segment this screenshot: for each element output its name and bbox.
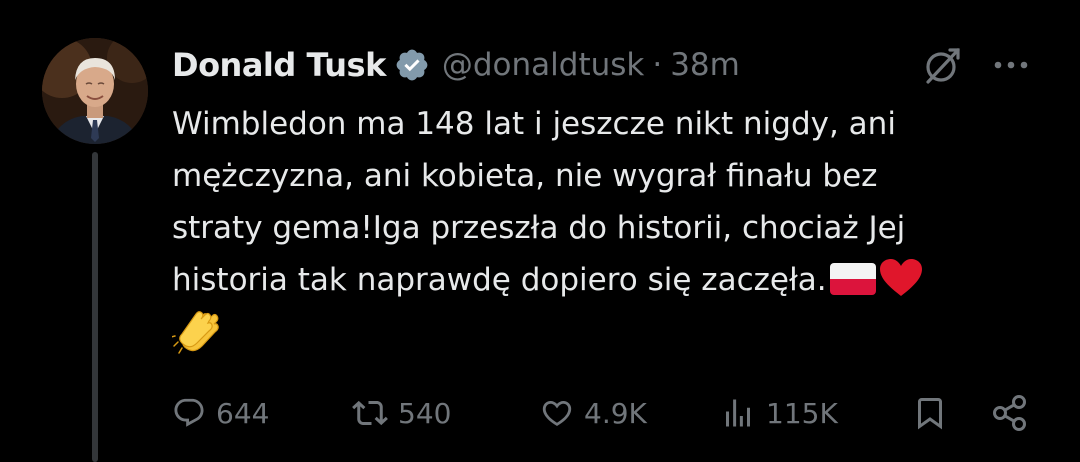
clapping-hands-emoji [170,304,222,354]
reply-button[interactable]: 644 [172,388,269,438]
more-options-icon[interactable] [990,50,1034,80]
views-button[interactable]: 115K [720,388,838,438]
author-avatar[interactable] [42,38,148,144]
tweet-header: Donald Tusk @donaldtusk · 38m [172,40,740,90]
tweet-text-line: straty gema!Iga przeszła do historii, ch… [172,210,906,246]
reply-icon [172,396,206,430]
bookmark-button[interactable] [912,388,948,438]
repost-count: 540 [398,396,452,430]
author-handle[interactable]: @donaldtusk [442,47,644,83]
like-button[interactable]: 4.9K [540,388,647,438]
heart-icon [540,396,574,430]
tweet-text-line: Wimbledon ma 148 lat i jeszcze nikt nigd… [172,106,896,142]
share-icon [990,393,1030,433]
author-name[interactable]: Donald Tusk [172,46,386,84]
grok-icon[interactable] [920,44,964,88]
bookmark-icon [912,394,948,432]
tweet[interactable]: Donald Tusk @donaldtusk · 38m Wimbledon … [0,0,1080,462]
tweet-actions-bar: 644 540 4.9K 115K [172,388,1042,438]
tweet-text-line: mężczyzna, ani kobieta, nie wygrał finał… [172,158,878,194]
tweet-text-line-last: historia tak naprawdę dopiero się zaczęł… [172,254,1032,306]
repost-button[interactable]: 540 [352,388,451,438]
views-icon [720,395,756,431]
poland-flag-emoji [829,263,876,295]
like-count: 4.9K [584,396,647,430]
thread-line [92,152,98,462]
reply-count: 644 [216,396,270,430]
verified-badge-icon[interactable] [394,47,430,83]
tweet-timestamp[interactable]: 38m [670,47,740,83]
share-button[interactable] [990,388,1030,438]
tweet-text: Wimbledon ma 148 lat i jeszcze nikt nigd… [170,98,1032,354]
red-heart-emoji [878,258,924,298]
views-count: 115K [766,396,838,430]
repost-icon [352,395,388,431]
tweet-text-line: historia tak naprawdę dopiero się zaczęł… [172,262,827,298]
separator-dot: · [652,47,663,83]
